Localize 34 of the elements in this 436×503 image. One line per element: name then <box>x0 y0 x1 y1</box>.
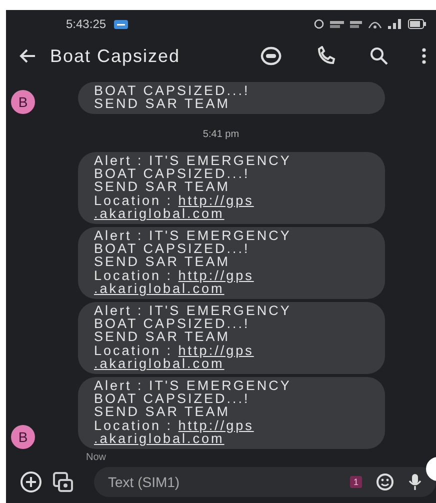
message-text: Alert : IT'S EMERGENCY BOAT CAPSIZED...! SEND SAR TEAM Location : http://gps .akariglobal.com <box>94 378 292 445</box>
back-arrow-icon[interactable] <box>18 48 36 64</box>
timestamp: 5:41 pm <box>202 128 240 141</box>
more-options-icon[interactable] <box>422 48 426 64</box>
message-status: Now <box>86 452 106 463</box>
message-bubble[interactable]: Alert : IT'S EMERGENCY BOAT CAPSIZED...! SEND SAR TEAM Location : http://gps .akariglobal.com <box>78 376 385 449</box>
message-bubble[interactable]: BOAT CAPSIZED...! SEND SAR TEAM <box>78 82 385 114</box>
link[interactable]: http://gps <box>178 192 254 208</box>
message-input-field[interactable]: Text (SIM1) 1 <box>94 467 436 497</box>
link[interactable]: http://gps <box>178 418 254 433</box>
chat-bubble-icon[interactable] <box>260 46 282 66</box>
gallery-icon[interactable] <box>52 471 74 493</box>
message-text: BOAT CAPSIZED...! SEND SAR TEAM <box>94 84 251 110</box>
link[interactable]: http://gps <box>178 342 254 358</box>
sim-badge: 1 <box>350 476 362 488</box>
phone-icon[interactable] <box>316 46 336 66</box>
message-bubble[interactable]: Alert : IT'S EMERGENCY BOAT CAPSIZED...! SEND SAR TEAM Location : http://gps .akariglobal.com <box>78 302 385 374</box>
message-text: Alert : IT'S EMERGENCY BOAT CAPSIZED...! SEND SAR TEAM Location : http://gps .akariglobal.com <box>94 154 292 220</box>
conversation-title: Boat Capsized <box>50 46 180 66</box>
message-text: Alert : IT'S EMERGENCY BOAT CAPSIZED...! SEND SAR TEAM Location : http://gps .akariglobal.com <box>94 228 292 295</box>
message-text: Alert : IT'S EMERGENCY BOAT CAPSIZED...! SEND SAR TEAM Location : http://gps .akariglobal.com <box>94 304 292 370</box>
link[interactable]: http://gps <box>178 268 254 283</box>
contact-avatar: B <box>11 90 35 114</box>
signal-icon <box>388 19 402 29</box>
message-bubble[interactable]: Alert : IT'S EMERGENCY BOAT CAPSIZED...! SEND SAR TEAM Location : http://gps .akariglobal.com <box>78 226 385 299</box>
battery-icon <box>408 19 426 29</box>
emoji-icon[interactable] <box>376 473 394 491</box>
message-bubble[interactable]: Alert : IT'S EMERGENCY BOAT CAPSIZED...! SEND SAR TEAM Location : http://gps .akariglobal.com <box>78 152 385 224</box>
contact-avatar: B <box>11 425 35 449</box>
microphone-icon[interactable] <box>408 473 422 491</box>
add-icon[interactable] <box>20 471 42 493</box>
search-icon[interactable] <box>370 47 388 65</box>
message-notification-icon <box>114 20 128 28</box>
status-time: 5:43:25 <box>66 17 106 31</box>
